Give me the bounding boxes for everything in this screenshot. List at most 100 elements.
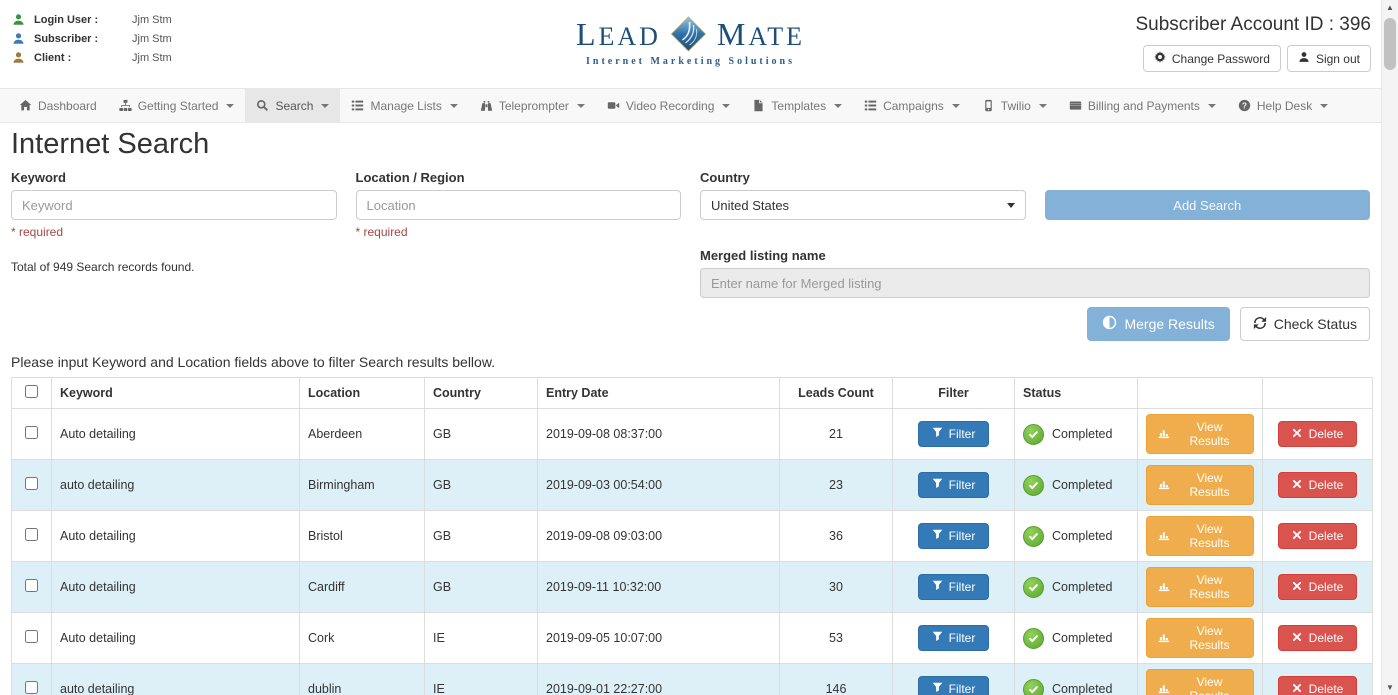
status-badge: Completed	[1023, 628, 1112, 649]
filter-button[interactable]: Filter	[918, 625, 990, 651]
status-label: Completed	[1052, 631, 1112, 645]
scroll-down-arrow[interactable]: ▼	[1382, 680, 1398, 695]
delete-button[interactable]: Delete	[1278, 625, 1358, 651]
user-icon	[12, 32, 25, 45]
user-icon	[12, 51, 25, 64]
filter-button[interactable]: Filter	[918, 421, 990, 447]
nav-item-twilio[interactable]: Twilio	[971, 89, 1058, 122]
view-results-button[interactable]: View Results	[1146, 414, 1254, 454]
filter-button[interactable]: Filter	[918, 676, 990, 695]
results-table-body: Auto detailing Aberdeen GB 2019-09-08 08…	[12, 409, 1373, 695]
total-records-text: Total of 949 Search records found.	[11, 260, 681, 298]
country-select[interactable]: United States	[700, 190, 1026, 220]
row-checkbox[interactable]	[25, 630, 38, 643]
delete-button[interactable]: Delete	[1278, 676, 1358, 695]
cell-keyword: auto detailing	[52, 664, 300, 695]
check-status-button[interactable]: Check Status	[1240, 307, 1370, 341]
nav-item-billing-and-payments[interactable]: Billing and Payments	[1058, 89, 1227, 122]
bar-chart-icon	[1158, 427, 1170, 442]
x-icon	[1292, 427, 1302, 441]
nav-item-help-desk[interactable]: ? Help Desk	[1227, 89, 1339, 122]
nav-item-templates[interactable]: Templates	[741, 89, 853, 122]
check-circle-icon	[1023, 424, 1044, 445]
cell-entry-date: 2019-09-01 22:27:00	[538, 664, 780, 695]
cell-country: GB	[425, 511, 538, 562]
header-entry-date: Entry Date	[538, 378, 780, 409]
nav-item-manage-lists[interactable]: Manage Lists	[340, 89, 468, 122]
select-all-checkbox[interactable]	[25, 385, 38, 398]
header-keyword: Keyword	[52, 378, 300, 409]
keyword-required-note: * required	[11, 225, 337, 239]
user-info-row-client: Client : Jjm Stm	[12, 48, 172, 67]
nav-item-search[interactable]: Search	[245, 89, 340, 122]
cell-location: Cork	[300, 613, 425, 664]
list-icon	[864, 99, 877, 112]
caret-down-icon	[226, 104, 234, 108]
funnel-icon	[932, 529, 943, 543]
merged-listing-input[interactable]	[700, 268, 1370, 298]
scrollbar-thumb[interactable]	[1384, 18, 1396, 70]
file-icon	[752, 99, 765, 112]
bar-chart-icon	[1158, 631, 1170, 646]
funnel-icon	[932, 631, 943, 645]
binoculars-icon	[480, 99, 493, 112]
country-label: Country	[700, 170, 1026, 185]
location-input[interactable]	[356, 190, 682, 220]
caret-down-icon	[577, 104, 585, 108]
search-icon	[256, 99, 269, 112]
sign-out-button[interactable]: Sign out	[1287, 45, 1371, 72]
nav-item-video-recording[interactable]: Video Recording	[596, 89, 742, 122]
row-checkbox[interactable]	[25, 579, 38, 592]
table-row: auto detailing Birmingham GB 2019-09-03 …	[12, 460, 1373, 511]
table-row: Auto detailing Cardiff GB 2019-09-11 10:…	[12, 562, 1373, 613]
row-checkbox[interactable]	[25, 426, 38, 439]
change-password-button[interactable]: Change Password	[1143, 45, 1281, 72]
row-checkbox[interactable]	[25, 681, 38, 694]
bar-chart-icon	[1158, 529, 1170, 544]
filter-button[interactable]: Filter	[918, 574, 990, 600]
page: Login User : Jjm Stm Subscriber : Jjm St…	[0, 0, 1381, 695]
filter-button[interactable]: Filter	[918, 523, 990, 549]
delete-button[interactable]: Delete	[1278, 523, 1358, 549]
scroll-up-arrow[interactable]: ▲	[1382, 0, 1398, 15]
cell-keyword: Auto detailing	[52, 562, 300, 613]
view-results-button[interactable]: View Results	[1146, 669, 1254, 695]
delete-button[interactable]: Delete	[1278, 421, 1358, 447]
filter-button[interactable]: Filter	[918, 472, 990, 498]
keyword-input[interactable]	[11, 190, 337, 220]
header-view-results	[1138, 378, 1263, 409]
cell-country: IE	[425, 613, 538, 664]
cell-leads-count: 53	[780, 613, 893, 664]
check-circle-icon	[1023, 475, 1044, 496]
view-results-button[interactable]: View Results	[1146, 618, 1254, 658]
funnel-icon	[932, 427, 943, 441]
nav-item-campaigns[interactable]: Campaigns	[853, 89, 971, 122]
delete-button[interactable]: Delete	[1278, 574, 1358, 600]
nav-item-teleprompter[interactable]: Teleprompter	[469, 89, 596, 122]
status-badge: Completed	[1023, 424, 1112, 445]
merged-listing-label: Merged listing name	[700, 248, 1370, 263]
view-results-button[interactable]: View Results	[1146, 465, 1254, 505]
sitemap-icon	[119, 99, 132, 112]
add-search-button[interactable]: Add Search	[1045, 190, 1371, 220]
merge-results-button[interactable]: Merge Results	[1087, 307, 1229, 341]
nav-item-getting-started[interactable]: Getting Started	[108, 89, 246, 122]
subscriber-account-id: Subscriber Account ID : 396	[1135, 14, 1371, 36]
table-row: Auto detailing Bristol GB 2019-09-08 09:…	[12, 511, 1373, 562]
cell-location: dublin	[300, 664, 425, 695]
cell-entry-date: 2019-09-03 00:54:00	[538, 460, 780, 511]
cell-keyword: auto detailing	[52, 460, 300, 511]
delete-button[interactable]: Delete	[1278, 472, 1358, 498]
user-info-row-login-user: Login User : Jjm Stm	[12, 10, 172, 29]
phone-icon	[982, 99, 995, 112]
status-badge: Completed	[1023, 475, 1112, 496]
row-checkbox[interactable]	[25, 528, 38, 541]
bar-chart-icon	[1158, 682, 1170, 695]
page-title: Internet Search	[11, 128, 1370, 161]
row-checkbox[interactable]	[25, 477, 38, 490]
vertical-scrollbar[interactable]: ▲ ▼	[1381, 0, 1398, 695]
nav-item-dashboard[interactable]: Dashboard	[8, 89, 108, 122]
view-results-button[interactable]: View Results	[1146, 516, 1254, 556]
logo-tagline: Internet Marketing Solutions	[576, 56, 805, 67]
view-results-button[interactable]: View Results	[1146, 567, 1254, 607]
